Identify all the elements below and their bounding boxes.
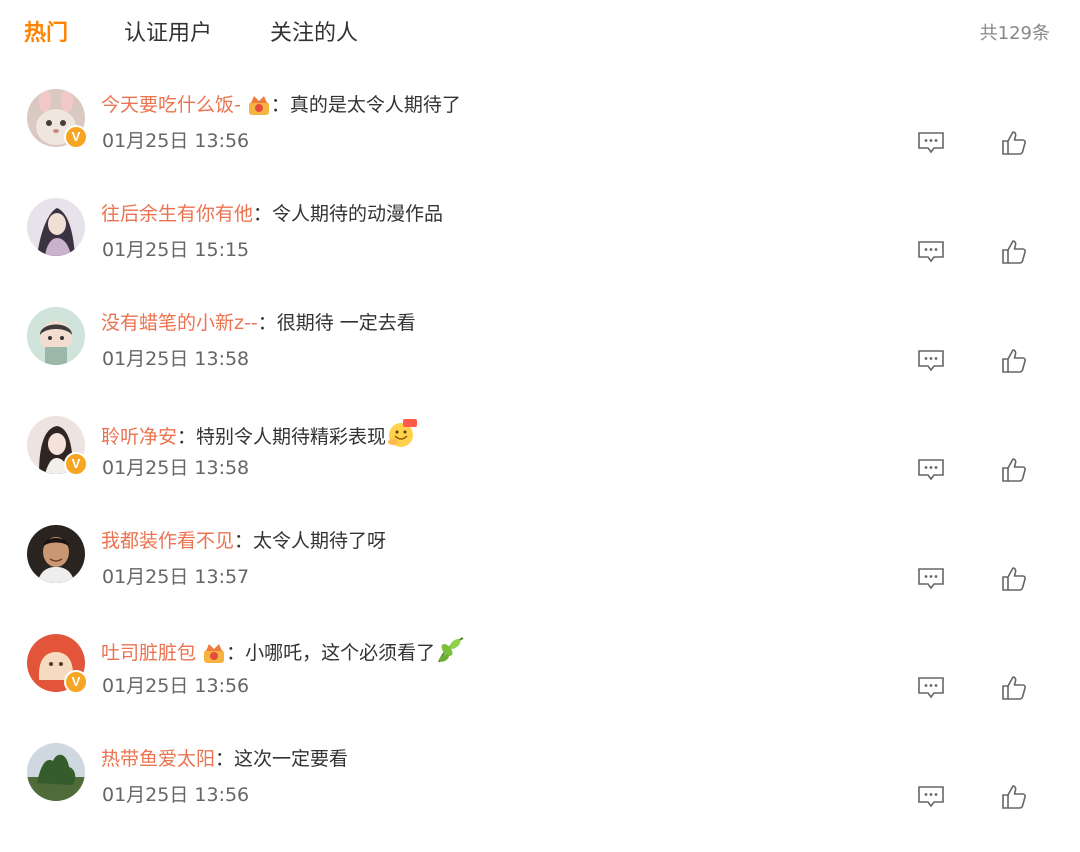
avatar[interactable] <box>27 198 85 256</box>
like-icon[interactable] <box>1000 238 1028 266</box>
like-icon[interactable] <box>1000 674 1028 702</box>
comment-separator: ： <box>257 312 277 334</box>
like-icon[interactable] <box>1000 565 1028 593</box>
comment-text: 令人期待的动漫作品 <box>272 203 444 225</box>
crown-medal-icon <box>202 642 226 672</box>
comment-text: 很期待 一定去看 <box>276 312 416 334</box>
like-icon[interactable] <box>1000 129 1028 157</box>
comment-total-count: 共129条 <box>979 23 1050 44</box>
comment-username[interactable]: 吐司脏脏包 <box>101 642 196 664</box>
comment-time: 01月25日 13:58 <box>102 457 250 479</box>
verified-badge-icon: V <box>64 452 88 476</box>
reply-icon[interactable] <box>917 240 945 264</box>
comment-time: 01月25日 13:57 <box>102 566 250 588</box>
comment-item: 往后余生有你有他：令人期待的动漫作品 01月25日 15:15 <box>0 198 1080 307</box>
avatar[interactable]: V <box>27 89 88 149</box>
avatar[interactable]: V <box>27 634 88 694</box>
avatar[interactable]: V <box>27 416 88 476</box>
comment-separator: ： <box>253 203 273 225</box>
comment-item: V 今天要吃什么饭- ：真的是太令人期待了 01月25日 13:56 <box>0 89 1080 198</box>
comment-username[interactable]: 往后余生有你有他 <box>101 203 253 225</box>
comment-item: 热带鱼爱太阳：这次一定要看 01月25日 13:56 <box>0 743 1080 852</box>
avatar[interactable] <box>27 743 85 801</box>
comment-item: V 吐司脏脏包 ：小哪吒，这个必须看了 01月25日 13:56 <box>0 634 1080 743</box>
avatar[interactable] <box>27 307 85 365</box>
comment-item: V 聆听净安：特别令人期待精彩表现 01月25日 13:58 <box>0 416 1080 525</box>
comment-username[interactable]: 今天要吃什么饭- <box>101 94 241 116</box>
like-icon[interactable] <box>1000 783 1028 811</box>
comment-time: 01月25日 13:56 <box>102 784 250 806</box>
avatar-image <box>27 198 85 256</box>
comment-item: 没有蜡笔的小新z--：很期待 一定去看 01月25日 13:58 <box>0 307 1080 416</box>
tab-hot[interactable]: 热门 <box>24 18 68 50</box>
reply-icon[interactable] <box>917 567 945 591</box>
tab-following[interactable]: 关注的人 <box>270 18 358 50</box>
comment-time: 01月25日 13:58 <box>102 348 250 370</box>
comment-text: 太令人期待了呀 <box>253 530 387 552</box>
like-icon[interactable] <box>1000 347 1028 375</box>
crown-medal-icon <box>247 94 271 124</box>
comment-text: 特别令人期待精彩表现 <box>196 426 387 448</box>
reply-icon[interactable] <box>917 131 945 155</box>
comment-separator: ： <box>226 642 246 664</box>
comment-separator: ： <box>234 530 254 552</box>
avatar[interactable] <box>27 525 85 583</box>
tab-verified-users[interactable]: 认证用户 <box>124 18 212 50</box>
avatar-image <box>27 525 85 583</box>
666-emoji-icon <box>386 418 418 456</box>
comment-item: 我都装作看不见：太令人期待了呀 01月25日 13:57 <box>0 525 1080 634</box>
comment-separator: ： <box>177 426 197 448</box>
comment-username[interactable]: 我都装作看不见 <box>101 530 234 552</box>
reply-icon[interactable] <box>917 785 945 809</box>
comment-text: 小哪吒，这个必须看了 <box>245 642 436 664</box>
comment-username[interactable]: 没有蜡笔的小新z-- <box>101 312 258 334</box>
like-icon[interactable] <box>1000 456 1028 484</box>
comment-filter-tabs: 热门 认证用户 关注的人 共129条 <box>0 0 1080 70</box>
comment-username[interactable]: 聆听净安 <box>101 426 177 448</box>
comment-time: 01月25日 15:15 <box>102 239 250 261</box>
comment-time: 01月25日 13:56 <box>102 130 250 152</box>
reply-icon[interactable] <box>917 458 945 482</box>
leaf-emoji-icon <box>435 636 465 672</box>
comment-time: 01月25日 13:56 <box>102 675 250 697</box>
comment-text: 真的是太令人期待了 <box>289 94 461 116</box>
comment-separator: ： <box>215 748 235 770</box>
reply-icon[interactable] <box>917 676 945 700</box>
avatar-image <box>27 307 85 365</box>
avatar-image <box>27 743 85 801</box>
reply-icon[interactable] <box>917 349 945 373</box>
comment-username[interactable]: 热带鱼爱太阳 <box>101 748 215 770</box>
comment-text: 这次一定要看 <box>234 748 349 770</box>
verified-badge-icon: V <box>64 125 88 149</box>
comment-separator: ： <box>270 94 290 116</box>
verified-badge-icon: V <box>64 670 88 694</box>
